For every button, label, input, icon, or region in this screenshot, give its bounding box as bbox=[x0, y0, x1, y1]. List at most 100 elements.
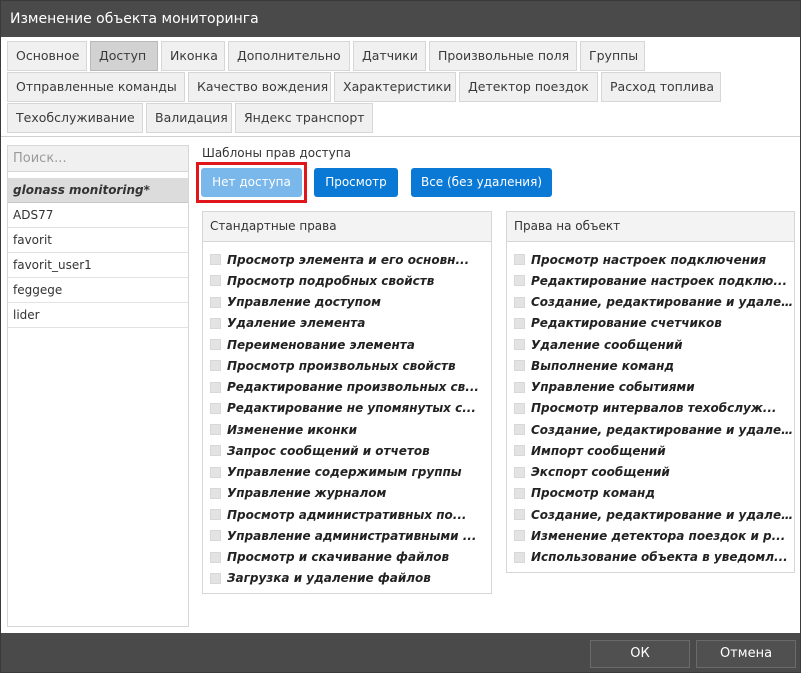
right-row: Создание, редактирование и удале... bbox=[507, 419, 794, 440]
right-label: Загрузка и удаление файлов bbox=[227, 571, 431, 586]
user-list-item[interactable]: favorit_user1 bbox=[8, 253, 188, 278]
right-row: Редактирование счетчиков bbox=[507, 313, 794, 334]
right-checkbox[interactable] bbox=[514, 445, 525, 457]
right-checkbox[interactable] bbox=[514, 317, 525, 329]
right-label: Просмотр интервалов техобслуж... bbox=[531, 401, 777, 416]
right-label: Управление журналом bbox=[227, 486, 387, 501]
right-label: Изменение детектора поездок и р... bbox=[531, 528, 786, 543]
right-checkbox[interactable] bbox=[514, 424, 525, 436]
standard-rights-group: Стандартные права Просмотр элемента и ег… bbox=[202, 211, 492, 594]
tab-custom-fields[interactable]: Произвольные поля bbox=[429, 41, 577, 71]
right-row: Экспорт сообщений bbox=[507, 462, 794, 483]
view-button[interactable]: Просмотр bbox=[314, 168, 398, 197]
right-checkbox[interactable] bbox=[210, 466, 221, 478]
right-row: Изменение иконки bbox=[203, 419, 491, 440]
right-label: Импорт сообщений bbox=[531, 443, 666, 458]
right-checkbox[interactable] bbox=[514, 254, 525, 266]
right-row: Редактирование произвольных св... bbox=[203, 377, 491, 398]
right-checkbox[interactable] bbox=[210, 381, 221, 393]
right-row: Удаление сообщений bbox=[507, 334, 794, 355]
right-row: Просмотр и скачивание файлов bbox=[203, 547, 491, 568]
right-label: Экспорт сообщений bbox=[531, 465, 670, 480]
object-rights-title: Права на объект bbox=[507, 212, 794, 242]
tab-yandex-transport[interactable]: Яндекс транспорт bbox=[235, 103, 373, 133]
user-search-input[interactable] bbox=[8, 146, 188, 172]
right-label: Просмотр произвольных свойств bbox=[227, 358, 456, 373]
right-checkbox[interactable] bbox=[514, 530, 525, 542]
user-list-item[interactable]: feggege bbox=[8, 278, 188, 303]
user-list-item[interactable]: lider bbox=[8, 303, 188, 328]
tab-additional[interactable]: Дополнительно bbox=[228, 41, 350, 71]
right-row: Редактирование настроек подклю... bbox=[507, 270, 794, 291]
right-checkbox[interactable] bbox=[514, 360, 525, 372]
tab-trip-detector[interactable]: Детектор поездок bbox=[459, 72, 598, 102]
tab-maintenance[interactable]: Техобслуживание bbox=[7, 103, 143, 133]
tab-access[interactable]: Доступ bbox=[90, 41, 158, 71]
right-label: Переименование элемента bbox=[227, 337, 415, 352]
right-checkbox[interactable] bbox=[514, 487, 525, 499]
right-checkbox[interactable] bbox=[514, 402, 525, 414]
right-row: Выполнение команд bbox=[507, 355, 794, 376]
right-checkbox[interactable] bbox=[514, 466, 525, 478]
right-checkbox[interactable] bbox=[210, 530, 221, 542]
tab-fuel-consumption[interactable]: Расход топлива bbox=[601, 72, 721, 102]
right-checkbox[interactable] bbox=[210, 487, 221, 499]
right-label: Редактирование не упомянутых с... bbox=[227, 401, 476, 416]
no-access-button[interactable]: Нет доступа bbox=[201, 168, 302, 197]
right-checkbox[interactable] bbox=[210, 254, 221, 266]
right-checkbox[interactable] bbox=[514, 275, 525, 287]
right-checkbox[interactable] bbox=[514, 509, 525, 521]
right-checkbox[interactable] bbox=[514, 296, 525, 308]
ok-button[interactable]: ОК bbox=[590, 640, 690, 668]
right-checkbox[interactable] bbox=[514, 339, 525, 351]
standard-rights-title: Стандартные права bbox=[203, 212, 491, 242]
right-label: Создание, редактирование и удале... bbox=[531, 295, 794, 310]
right-label: Управление содержимым группы bbox=[227, 465, 462, 480]
tab-basic[interactable]: Основное bbox=[7, 41, 87, 71]
user-list-item[interactable]: favorit bbox=[8, 228, 188, 253]
tab-driving-quality[interactable]: Качество вождения bbox=[188, 72, 331, 102]
right-row: Управление административными ... bbox=[203, 525, 491, 546]
right-checkbox[interactable] bbox=[210, 339, 221, 351]
right-row: Создание, редактирование и удале... bbox=[507, 504, 794, 525]
user-list-item[interactable]: ADS77 bbox=[8, 203, 188, 228]
tab-characteristics[interactable]: Характеристики bbox=[334, 72, 456, 102]
tab-groups[interactable]: Группы bbox=[580, 41, 645, 71]
right-label: Просмотр и скачивание файлов bbox=[227, 550, 450, 565]
right-label: Создание, редактирование и удале... bbox=[531, 422, 794, 437]
right-checkbox[interactable] bbox=[210, 296, 221, 308]
right-row: Просмотр интервалов техобслуж... bbox=[507, 398, 794, 419]
right-label: Использование объекта в уведомл... bbox=[531, 550, 788, 565]
right-row: Управление содержимым группы bbox=[203, 462, 491, 483]
cancel-button[interactable]: Отмена bbox=[696, 640, 796, 668]
right-row: Управление доступом bbox=[203, 292, 491, 313]
right-checkbox[interactable] bbox=[210, 551, 221, 563]
right-row: Управление журналом bbox=[203, 483, 491, 504]
right-row: Использование объекта в уведомл... bbox=[507, 547, 794, 568]
right-checkbox[interactable] bbox=[210, 402, 221, 414]
user-list-panel: glonass monitoring* ADS77 favorit favori… bbox=[7, 145, 189, 627]
right-row: Удаление элемента bbox=[203, 313, 491, 334]
dialog-footer: ОК Отмена bbox=[1, 633, 800, 672]
standard-rights-list: Просмотр элемента и его основн... Просмот… bbox=[203, 242, 491, 589]
right-checkbox[interactable] bbox=[210, 317, 221, 329]
right-checkbox[interactable] bbox=[210, 360, 221, 372]
right-checkbox[interactable] bbox=[210, 275, 221, 287]
right-checkbox[interactable] bbox=[210, 445, 221, 457]
user-list-item[interactable]: glonass monitoring* bbox=[8, 178, 188, 203]
right-label: Выполнение команд bbox=[531, 358, 675, 373]
right-label: Просмотр настроек подключения bbox=[531, 252, 767, 267]
tab-validation[interactable]: Валидация bbox=[146, 103, 232, 133]
tab-sent-commands[interactable]: Отправленные команды bbox=[7, 72, 185, 102]
right-checkbox[interactable] bbox=[514, 551, 525, 563]
right-checkbox[interactable] bbox=[514, 381, 525, 393]
right-label: Запрос сообщений и отчетов bbox=[227, 443, 430, 458]
tab-sensors[interactable]: Датчики bbox=[353, 41, 426, 71]
all-no-delete-button[interactable]: Все (без удаления) bbox=[411, 168, 552, 197]
right-checkbox[interactable] bbox=[210, 424, 221, 436]
right-checkbox[interactable] bbox=[210, 509, 221, 521]
right-checkbox[interactable] bbox=[210, 572, 221, 584]
right-label: Просмотр подробных свойств bbox=[227, 273, 435, 288]
tab-icon[interactable]: Иконка bbox=[161, 41, 225, 71]
object-rights-list: Просмотр настроек подключения Редактирова… bbox=[507, 242, 794, 568]
